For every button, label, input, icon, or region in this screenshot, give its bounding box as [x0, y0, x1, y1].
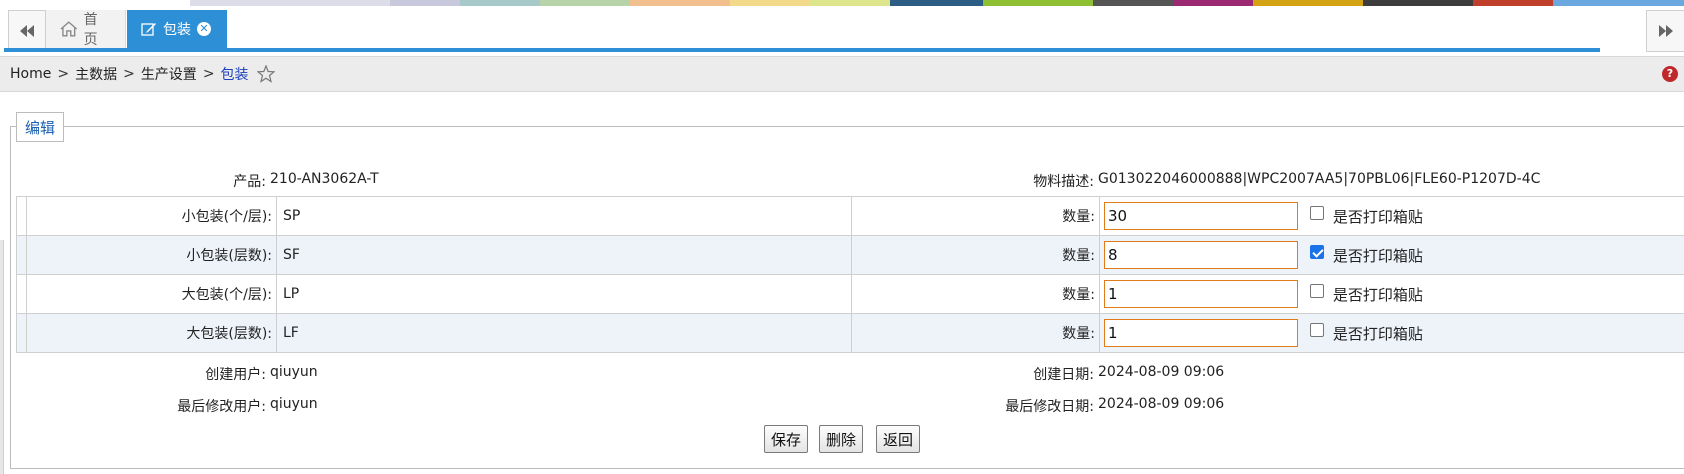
print-label-text: 是否打印箱贴 — [1332, 324, 1423, 343]
quantity-cell: 是否打印箱贴 — [1099, 196, 1684, 236]
row-handle — [16, 274, 27, 314]
double-chevron-right-icon — [1658, 25, 1673, 37]
fieldset-legend: 编辑 — [16, 112, 65, 142]
table-row: 小包装(层数): SF 数量: 是否打印箱贴 — [16, 235, 1684, 275]
row-handle — [16, 196, 27, 236]
print-label-text: 是否打印箱贴 — [1332, 246, 1423, 265]
created-user-label: 创建用户: — [205, 367, 266, 383]
tab-bar: 首页 包装 ✕ — [4, 6, 1684, 52]
package-label: 大包装(个/层): — [26, 274, 277, 314]
material-value: G013022046000888|WPC2007AA5|70PBL06|FLE6… — [1098, 171, 1541, 187]
breadcrumb-home[interactable]: Home — [10, 66, 51, 82]
breadcrumb-master-data[interactable]: 主数据 — [75, 64, 117, 84]
table-row: 大包装(个/层): LP 数量: 是否打印箱贴 — [16, 274, 1684, 314]
quantity-cell: 是否打印箱贴 — [1099, 313, 1684, 353]
package-label: 大包装(层数): — [26, 313, 277, 353]
quantity-cell: 是否打印箱贴 — [1099, 274, 1684, 314]
print-label-checkbox-sf[interactable] — [1310, 245, 1325, 259]
back-button[interactable]: 返回 — [876, 425, 921, 453]
quantity-input-lp[interactable] — [1104, 280, 1298, 308]
close-tab-icon[interactable]: ✕ — [197, 22, 211, 36]
package-code: LP — [276, 274, 852, 314]
modified-date-value: 2024-08-09 09:06 — [1098, 396, 1225, 412]
double-chevron-left-icon — [20, 25, 34, 37]
row-handle — [16, 235, 27, 275]
print-label-text: 是否打印箱贴 — [1332, 207, 1423, 226]
print-label-text: 是否打印箱贴 — [1332, 285, 1423, 304]
row-handle — [16, 313, 27, 353]
scroll-tabs-right-button[interactable] — [1646, 10, 1684, 52]
scroll-tabs-left-button[interactable] — [8, 10, 46, 52]
package-code: LF — [276, 313, 852, 353]
tab-home[interactable]: 首页 — [46, 10, 126, 48]
breadcrumb: Home > 主数据 > 生产设置 > 包装 ? — [0, 56, 1684, 92]
edit-icon — [141, 23, 156, 36]
modified-user-value: qiuyun — [270, 396, 318, 412]
help-icon[interactable]: ? — [1662, 66, 1678, 82]
created-date-label: 创建日期: — [1033, 367, 1094, 383]
breadcrumb-separator: > — [57, 66, 70, 82]
breadcrumb-current: 包装 — [220, 67, 249, 83]
quantity-input-lf[interactable] — [1104, 319, 1298, 347]
breadcrumb-production-settings[interactable]: 生产设置 — [141, 64, 197, 84]
tab-home-label: 首页 — [83, 12, 98, 48]
delete-button[interactable]: 删除 — [819, 425, 864, 453]
table-row: 小包装(个/层): SP 数量: 是否打印箱贴 — [16, 196, 1684, 236]
package-code: SF — [276, 235, 852, 275]
breadcrumb-separator: > — [202, 66, 215, 82]
quantity-label: 数量: — [851, 235, 1100, 275]
modified-date-label: 最后修改日期: — [1005, 399, 1094, 415]
tab-bar-underline — [4, 48, 1600, 52]
created-user-value: qiuyun — [270, 364, 318, 380]
product-value: 210-AN3062A-T — [270, 171, 379, 187]
created-date-value: 2024-08-09 09:06 — [1098, 364, 1225, 380]
quantity-input-sf[interactable] — [1104, 241, 1298, 269]
table-row: 大包装(层数): LF 数量: 是否打印箱贴 — [16, 313, 1684, 353]
package-label: 小包装(个/层): — [26, 196, 277, 236]
package-label: 小包装(层数): — [26, 235, 277, 275]
package-table: 小包装(个/层): SP 数量: 是否打印箱贴 小包装(层数): SF 数量: … — [16, 196, 1684, 353]
tab-package-label: 包装 — [163, 22, 191, 38]
breadcrumb-separator: > — [123, 66, 135, 82]
quantity-label: 数量: — [851, 274, 1100, 314]
product-label: 产品: — [233, 174, 266, 190]
print-label-checkbox-sp[interactable] — [1310, 206, 1325, 220]
left-edge-scrollbar — [0, 240, 4, 474]
package-code: SP — [276, 196, 852, 236]
modified-user-label: 最后修改用户: — [177, 399, 266, 415]
print-label-checkbox-lp[interactable] — [1310, 284, 1325, 298]
quantity-label: 数量: — [851, 313, 1100, 353]
quantity-cell: 是否打印箱贴 — [1099, 235, 1684, 275]
home-icon — [60, 21, 78, 37]
star-icon[interactable] — [256, 65, 275, 83]
quantity-input-sp[interactable] — [1104, 202, 1298, 230]
material-label: 物料描述: — [1033, 174, 1094, 190]
tab-package[interactable]: 包装 ✕ — [127, 10, 227, 48]
quantity-label: 数量: — [851, 196, 1100, 236]
save-button[interactable]: 保存 — [764, 425, 809, 453]
print-label-checkbox-lf[interactable] — [1310, 323, 1325, 337]
